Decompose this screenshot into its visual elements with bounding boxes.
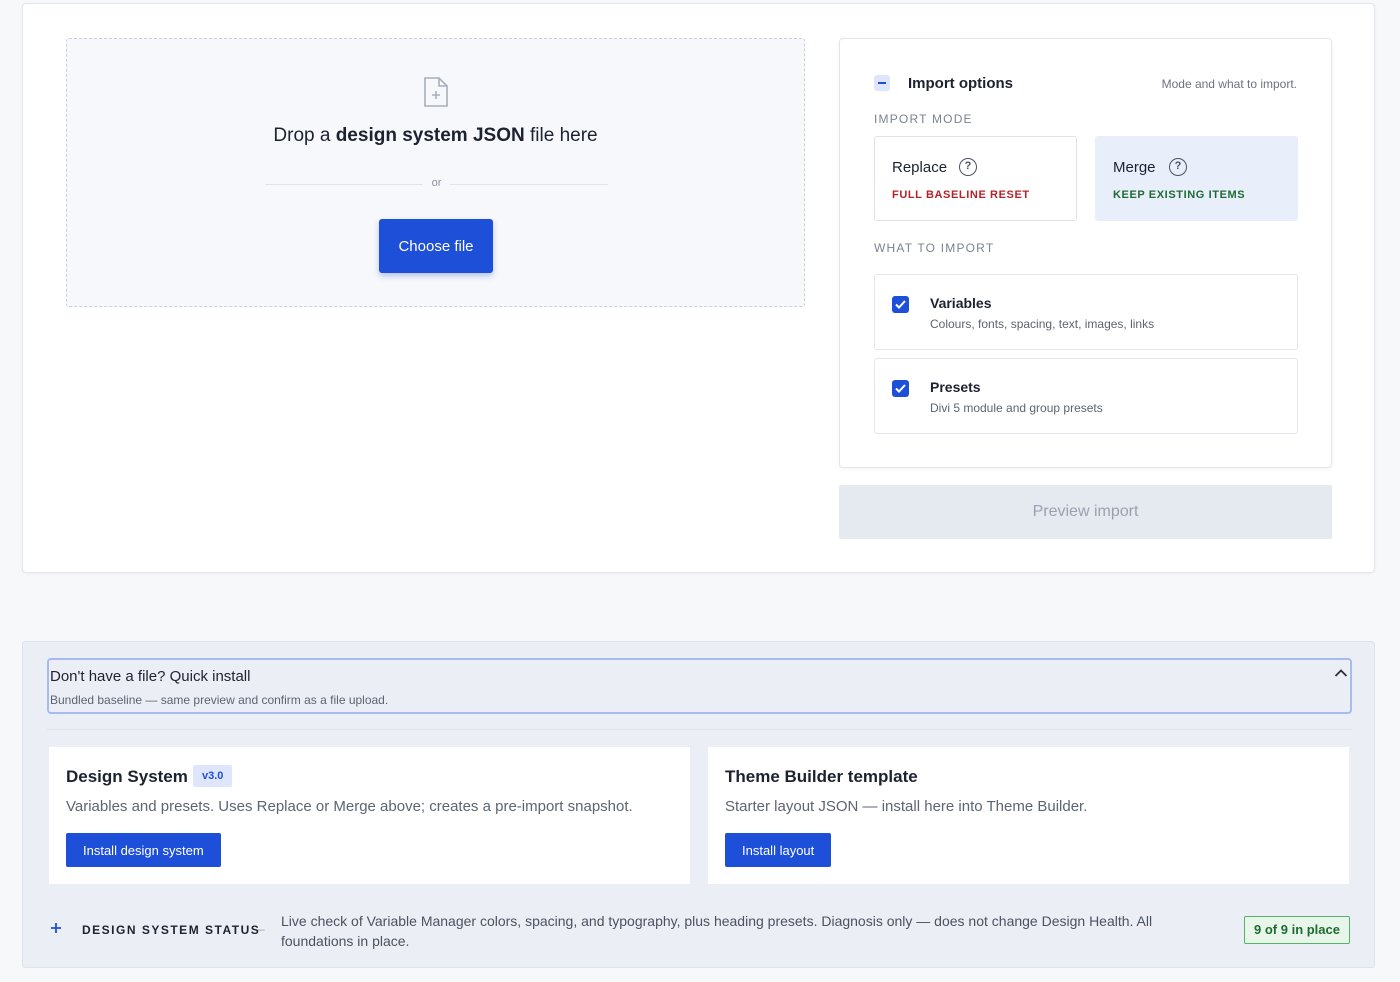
import-panel: Drop a design system JSON file here or C… [22, 3, 1375, 573]
status-label: DESIGN SYSTEM STATUS [82, 923, 261, 937]
check-icon [895, 384, 906, 393]
file-dropzone[interactable]: Drop a design system JSON file here or C… [66, 38, 805, 307]
mode-subtitle: FULL BASELINE RESET [892, 189, 1030, 201]
status-description: Live check of Variable Manager colors, s… [281, 913, 1153, 949]
choose-file-button[interactable]: Choose file [379, 219, 493, 273]
check-icon [895, 300, 906, 309]
plus-icon[interactable] [49, 921, 63, 935]
option-description: Divi 5 module and group presets [930, 401, 1103, 415]
mode-replace-card[interactable]: Replace ? FULL BASELINE RESET [874, 136, 1077, 221]
quick-install-panel: Don't have a file? Quick install Bundled… [22, 641, 1375, 968]
import-presets-option[interactable]: Presets Divi 5 module and group presets [874, 358, 1298, 434]
import-options-card: Import options Mode and what to import. … [839, 38, 1332, 468]
mode-name: Replace [892, 159, 948, 176]
what-to-import-label: WHAT TO IMPORT [874, 241, 995, 255]
chevron-up-icon [1334, 669, 1348, 677]
divider [47, 729, 1352, 730]
file-plus-icon [424, 77, 448, 107]
dropzone-title: Drop a design system JSON file here [273, 125, 598, 146]
quick-install-title: Don't have a file? Quick install [50, 668, 251, 685]
card-title: Design System [66, 767, 188, 786]
install-design-system-button[interactable]: Install design system [66, 833, 221, 867]
collapse-icon[interactable] [874, 75, 890, 91]
or-divider: or [265, 177, 608, 191]
help-icon[interactable]: ? [1169, 158, 1187, 176]
import-mode-label: IMPORT MODE [874, 112, 973, 126]
install-layout-button[interactable]: Install layout [725, 833, 832, 867]
option-description: Colours, fonts, spacing, text, images, l… [930, 317, 1155, 331]
design-system-status: DESIGN SYSTEM STATUS – Live check of Var… [47, 904, 1352, 954]
import-options-hint: Mode and what to import. [1161, 77, 1297, 91]
option-title: Presets [930, 379, 981, 395]
design-system-card: Design System v3.0 Variables and presets… [49, 747, 690, 884]
import-variables-option[interactable]: Variables Colours, fonts, spacing, text,… [874, 274, 1298, 350]
help-icon[interactable]: ? [959, 158, 977, 176]
card-title: Theme Builder template [725, 767, 918, 786]
import-options-title: Import options [908, 75, 1013, 92]
preview-import-button[interactable]: Preview import [839, 485, 1332, 539]
variables-checkbox[interactable] [892, 296, 909, 313]
quick-install-toggle[interactable]: Don't have a file? Quick install Bundled… [47, 658, 1352, 714]
mode-subtitle: KEEP EXISTING ITEMS [1113, 189, 1246, 201]
card-description: Starter layout JSON — install here into … [725, 798, 1088, 815]
status-separator: – [258, 922, 265, 936]
version-badge: v3.0 [193, 765, 233, 787]
quick-install-subtitle: Bundled baseline — same preview and conf… [50, 693, 389, 707]
theme-builder-card: Theme Builder template Starter layout JS… [708, 747, 1349, 884]
option-title: Variables [930, 295, 992, 311]
mode-name: Merge [1113, 159, 1156, 176]
card-description: Variables and presets. Uses Replace or M… [66, 798, 633, 815]
status-badge: 9 of 9 in place [1244, 916, 1350, 944]
mode-merge-card[interactable]: Merge ? KEEP EXISTING ITEMS [1095, 136, 1298, 221]
presets-checkbox[interactable] [892, 380, 909, 397]
